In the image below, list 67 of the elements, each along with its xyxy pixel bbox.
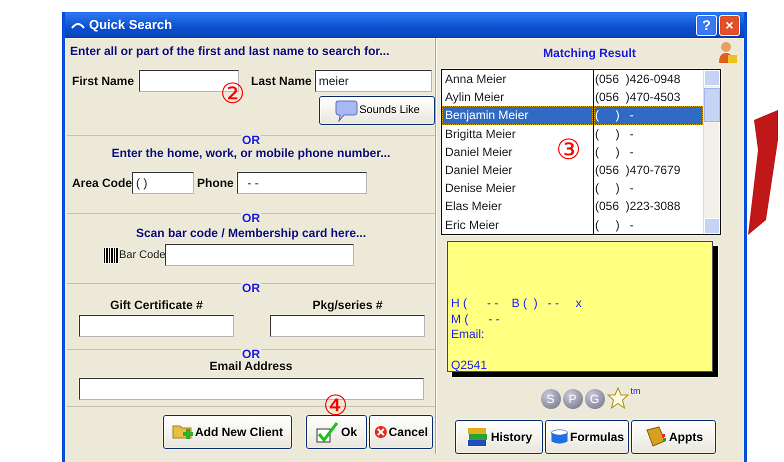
client-name-cell[interactable]: Eric Meier — [442, 216, 500, 234]
client-name-cell[interactable]: Aylin Meier — [442, 88, 504, 106]
callout-number: ③ — [556, 136, 582, 164]
user-lock-icon[interactable] — [718, 41, 738, 65]
barcode-icon — [104, 248, 119, 262]
instruction-text: Enter all or part of the first and last name to search for... — [70, 43, 390, 60]
formulas-button[interactable]: Formulas — [545, 420, 629, 454]
client-name-cell[interactable]: Daniel Meier — [442, 160, 512, 180]
field-label: Phone — [197, 175, 234, 192]
phone-cell[interactable]: ( ) - — [594, 216, 634, 234]
field-label: Area Code — [72, 175, 132, 192]
phone-cell[interactable]: (056 )223-3088 — [594, 197, 680, 216]
close-button[interactable]: × — [719, 14, 740, 36]
client-name-cell[interactable]: Daniel Meier — [442, 142, 512, 161]
phone-cell[interactable]: (056 )470-4503 — [594, 88, 680, 106]
books-icon — [466, 426, 490, 448]
note-text: Q2541 — [451, 358, 488, 374]
field-label: Email Address — [208, 358, 294, 375]
input-field[interactable]: - - — [236, 172, 367, 194]
add-button[interactable]: Add New Client — [163, 415, 292, 449]
separator-label: OR — [241, 347, 261, 361]
note-text: Email: — [451, 327, 486, 342]
appts-button[interactable]: Appts — [631, 420, 716, 454]
callout-number: ② — [220, 80, 246, 108]
phone-cell[interactable]: (056 )470-7679 — [594, 160, 680, 180]
field-label: Pkg/series # — [312, 297, 383, 314]
trademark-text: tm — [630, 385, 640, 398]
window-title: Quick Search — [89, 16, 172, 34]
client-name-cell[interactable]: Denise Meier — [442, 179, 516, 198]
input-field[interactable]: meier — [314, 70, 432, 92]
speech-bubble-icon — [334, 100, 358, 122]
help-button[interactable]: ? — [696, 14, 717, 36]
field-label: Last Name — [251, 73, 312, 90]
instruction-text: Scan bar code / Membership card here... — [134, 225, 368, 242]
star-icon[interactable] — [606, 387, 628, 409]
phone-cell[interactable]: ( ) - — [594, 179, 634, 198]
cancel-icon — [374, 423, 388, 441]
separator-label: OR — [241, 281, 261, 295]
input-field[interactable] — [79, 315, 234, 337]
sounds-like-button[interactable]: Sounds Like — [319, 96, 435, 125]
input-field[interactable]: ( ) — [132, 172, 194, 194]
cancel-button[interactable]: Cancel — [369, 415, 433, 449]
ok-button[interactable]: Ok — [306, 415, 367, 449]
book-icon — [644, 426, 668, 448]
field-label: First Name — [72, 73, 134, 90]
separator-label: OR — [241, 133, 261, 147]
input-field[interactable] — [270, 315, 425, 337]
phone-cell[interactable]: ( ) - — [594, 142, 634, 161]
note-text: M ( - - — [451, 312, 501, 327]
field-label: Bar Code — [119, 248, 166, 263]
app-icon — [71, 20, 85, 30]
section-title: Matching Result — [542, 45, 637, 62]
note-text: H ( - - B ( ) - - x — [451, 296, 583, 312]
history-button[interactable]: History — [455, 420, 543, 454]
input-field[interactable] — [165, 244, 354, 266]
checkmark-icon — [316, 421, 340, 443]
client-name-cell[interactable]: Benjamin Meier — [442, 106, 593, 125]
client-name-cell[interactable]: Anna Meier — [442, 70, 506, 88]
client-name-cell[interactable]: Brigitta Meier — [442, 124, 516, 143]
phone-cell[interactable]: (056 )426-0948 — [594, 70, 680, 88]
phone-cell[interactable]: ( ) - — [594, 106, 703, 125]
client-name-cell[interactable]: Elas Meier — [442, 197, 502, 216]
instruction-text: Enter the home, work, or mobile phone number... — [110, 145, 392, 162]
scrollbar[interactable] — [703, 70, 720, 234]
phone-cell[interactable]: ( ) - — [594, 124, 634, 143]
field-label: Gift Certificate # — [110, 297, 203, 314]
separator-label: OR — [241, 211, 261, 225]
